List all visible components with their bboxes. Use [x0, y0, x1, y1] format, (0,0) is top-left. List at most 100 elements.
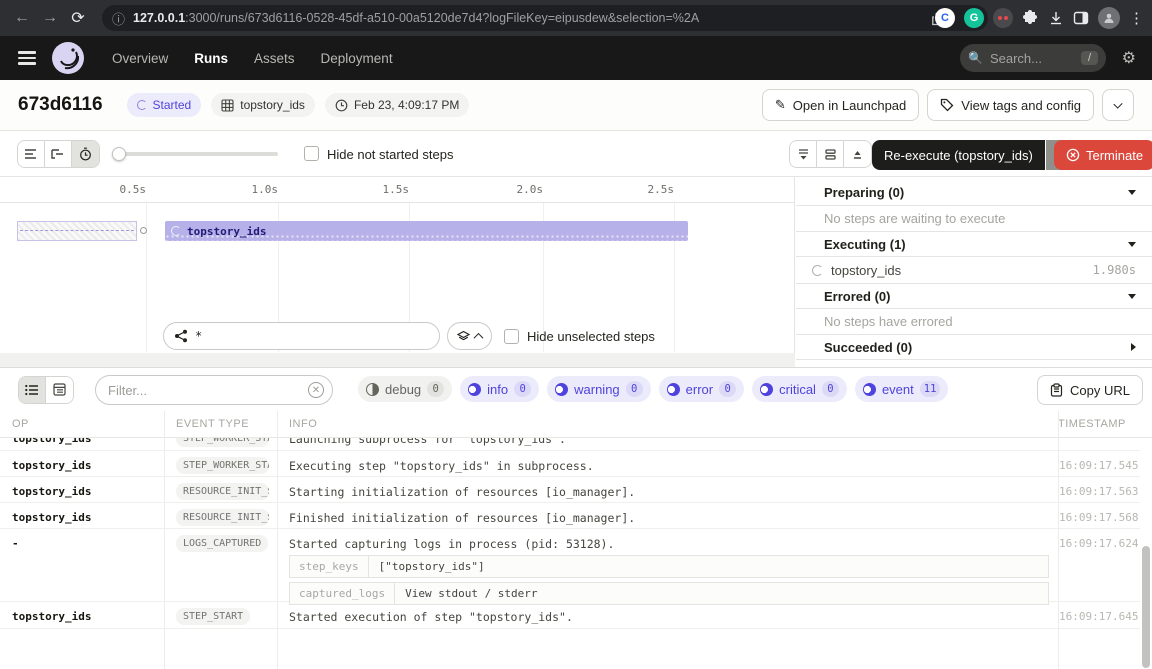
errored-section-header[interactable]: Errored (0)	[796, 283, 1152, 309]
reexecute-button[interactable]: Re-execute (topstory_ids)	[872, 140, 1045, 170]
run-id: 673d6116	[18, 94, 103, 116]
log-row[interactable]: topstory_ids RESOURCE_INIT_STAR… Startin…	[0, 477, 1140, 503]
op-cell: topstory_ids	[0, 451, 164, 476]
executing-elapsed-time: 1.980s	[1093, 263, 1136, 277]
hide-unselected-checkbox[interactable]	[504, 329, 519, 344]
hide-not-started-checkbox[interactable]	[304, 146, 319, 161]
op-selector-value[interactable]	[195, 329, 395, 343]
site-info-icon[interactable]: ⓘ	[112, 9, 125, 28]
side-panel-icon[interactable]	[1073, 10, 1089, 26]
log-vertical-scrollbar[interactable]	[1142, 546, 1150, 668]
flat-view-button[interactable]	[18, 141, 45, 167]
nav-assets[interactable]: Assets	[254, 51, 295, 66]
open-in-launchpad-button[interactable]: ✎ Open in Launchpad	[762, 89, 919, 121]
slider-handle[interactable]	[112, 147, 126, 161]
log-row-logs-captured[interactable]: - LOGS_CAPTURED Started capturing logs i…	[0, 529, 1140, 602]
waterfall-view-button[interactable]	[45, 141, 72, 167]
gantt-time-axis: 0.5s 1.0s 1.5s 2.0s 2.5s	[0, 177, 794, 203]
log-list-view-button[interactable]	[19, 377, 46, 403]
gantt-waiting-marker	[17, 221, 137, 241]
timed-view-button[interactable]	[72, 141, 99, 167]
reexecute-split-button: Re-execute (topstory_ids)	[872, 140, 1071, 170]
level-event-toggle[interactable]: event11	[855, 376, 948, 402]
executing-step-name: topstory_ids	[831, 263, 901, 278]
clear-filter-icon[interactable]: ✕	[308, 382, 324, 398]
log-structured-view-button[interactable]	[46, 377, 73, 403]
log-view-mode-group	[18, 376, 74, 404]
op-cell: topstory_ids	[0, 503, 164, 528]
run-job-badge[interactable]: topstory_ids	[211, 93, 315, 117]
view-tags-config-button[interactable]: View tags and config	[927, 89, 1094, 121]
log-row[interactable]: topstory_ids STEP_START Started executio…	[0, 602, 1140, 629]
level-critical-toggle[interactable]: critical0	[752, 376, 847, 402]
settings-gear-icon[interactable]: ⚙	[1122, 48, 1136, 68]
browser-menu-kebab-icon[interactable]: ⋮	[1129, 9, 1144, 27]
toggle-icon	[667, 383, 680, 396]
eject-top-button[interactable]	[844, 141, 871, 167]
copy-url-button[interactable]: Copy URL	[1037, 375, 1143, 405]
nav-deployment[interactable]: Deployment	[321, 51, 393, 66]
level-error-toggle[interactable]: error0	[659, 376, 744, 402]
gantt-zoom-slider[interactable]	[114, 152, 278, 156]
log-level-filters: debug0 info0 warning0 error0 critical0 e…	[358, 376, 956, 402]
browser-address-bar[interactable]: ⓘ 127.0.0.1:3000/runs/673d6116-0528-45df…	[102, 5, 988, 31]
level-debug-toggle[interactable]: debug0	[358, 376, 452, 402]
graph-query-toggle-button[interactable]	[447, 322, 492, 350]
preparing-section-header[interactable]: Preparing (0)	[796, 180, 1152, 206]
event-type-badge: RESOURCE_INIT_STAR…	[176, 483, 269, 500]
axis-tick: 1.0s	[238, 183, 278, 196]
expand-rows-button[interactable]	[817, 141, 844, 167]
run-header: 673d6116 Started topstory_ids Feb 23, 4:…	[0, 80, 1152, 131]
log-filter-input[interactable]	[95, 375, 333, 405]
op-selector-input[interactable]	[163, 322, 440, 350]
gantt-view-mode-group	[17, 140, 100, 168]
header-more-chevron-button[interactable]	[1102, 89, 1134, 121]
layers-icon	[457, 330, 470, 343]
global-search[interactable]: 🔍 Search... /	[960, 44, 1106, 72]
timestamp-cell[interactable]: 16:09:17.563	[1058, 477, 1140, 502]
log-row[interactable]: topstory_ids RESOURCE_INIT_SUCC… Finishe…	[0, 503, 1140, 529]
nav-overview[interactable]: Overview	[112, 51, 168, 66]
browser-back-icon[interactable]: ←	[8, 9, 36, 27]
timestamp-cell[interactable]: 16:09:17.645	[1058, 602, 1140, 628]
gantt-horizontal-scrollbar[interactable]	[0, 353, 795, 367]
collapse-all-button[interactable]	[790, 141, 817, 167]
browser-reload-icon[interactable]: ⟳	[64, 8, 92, 28]
toggle-icon	[468, 383, 481, 396]
grammarly-icon[interactable]: G	[964, 8, 984, 28]
info-cell: Starting initialization of resources [io…	[277, 477, 1059, 502]
gantt-step-bar[interactable]: topstory_ids	[165, 221, 688, 241]
nav-runs[interactable]: Runs	[194, 51, 228, 66]
log-row-partial[interactable]: topstory_ids STEP_WORKER_STARTI… Launchi…	[0, 438, 1140, 451]
extension-clock-icon[interactable]: C	[935, 8, 955, 28]
info-cell: Started capturing logs in process (pid: …	[277, 529, 1059, 601]
downloads-icon[interactable]	[1048, 10, 1064, 26]
event-type-badge: STEP_START	[176, 608, 250, 625]
level-count-badge: 11	[920, 381, 941, 397]
timestamp-cell[interactable]: 16:09:17.624	[1058, 529, 1140, 601]
succeeded-section-header[interactable]: Succeeded (0)	[796, 334, 1152, 360]
executing-spinner-icon	[812, 265, 823, 276]
dagster-logo[interactable]	[52, 42, 84, 74]
toggle-icon	[366, 383, 379, 396]
metadata-row: step_keys ["topstory_ids"]	[289, 555, 1049, 578]
browser-forward-icon[interactable]: →	[36, 9, 64, 27]
hamburger-menu-icon[interactable]	[18, 48, 36, 68]
executing-section-header[interactable]: Executing (1)	[796, 231, 1152, 257]
timestamp-cell[interactable]: 16:09:17.568	[1058, 503, 1140, 528]
gantt-connector-dot	[140, 227, 147, 234]
level-info-toggle[interactable]: info0	[460, 376, 539, 402]
browser-profile-avatar[interactable]	[1098, 7, 1120, 29]
executing-step-row[interactable]: topstory_ids 1.980s	[796, 257, 1152, 283]
col-header-timestamp: TIMESTAMP	[1058, 418, 1152, 430]
metadata-value: ["topstory_ids"]	[369, 555, 1049, 578]
terminate-button[interactable]: Terminate	[1054, 140, 1152, 170]
extensions-puzzle-icon[interactable]	[1022, 10, 1039, 27]
timestamp-cell[interactable]: 16:09:17.545	[1058, 451, 1140, 476]
chevron-down-icon	[1128, 242, 1136, 247]
level-count-badge: 0	[514, 381, 531, 397]
log-row[interactable]: topstory_ids STEP_WORKER_STARTED Executi…	[0, 451, 1140, 477]
level-warning-toggle[interactable]: warning0	[547, 376, 651, 402]
event-type-badge: STEP_WORKER_STARTED	[176, 457, 269, 474]
extension-red-eyes-icon[interactable]	[993, 8, 1013, 28]
